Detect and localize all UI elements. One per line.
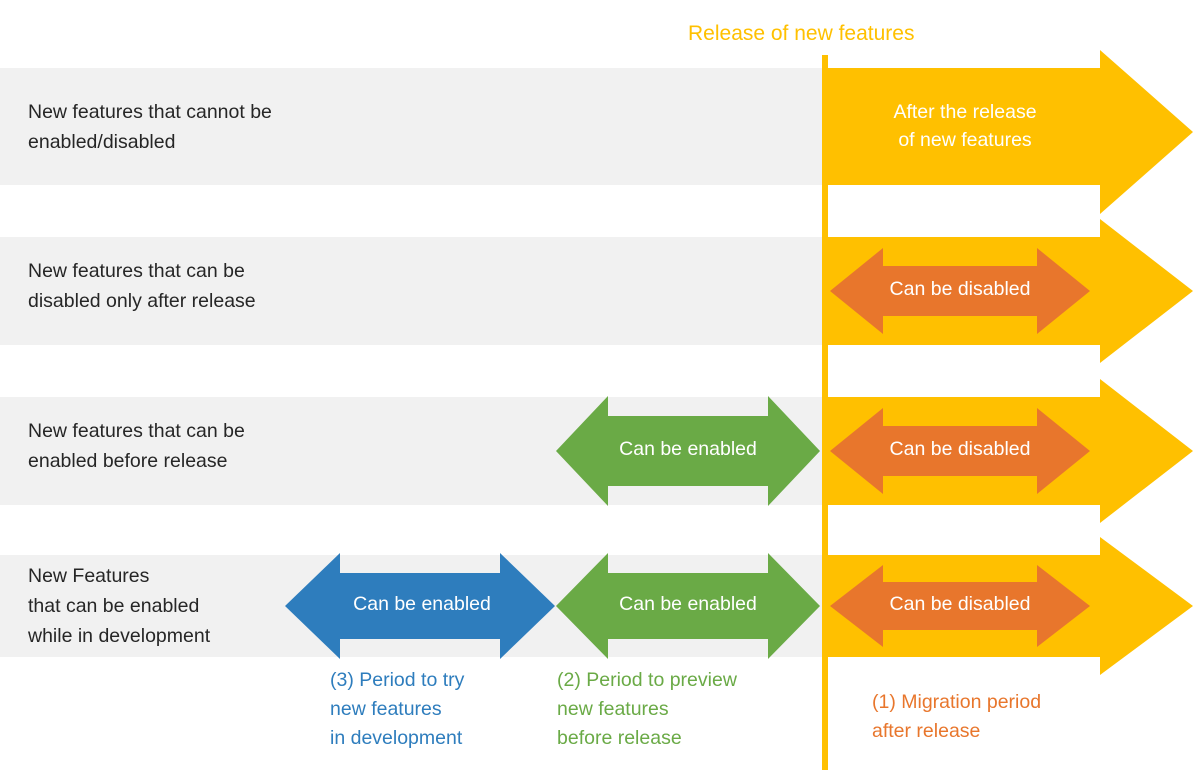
green-double-arrow-row-3: [556, 396, 820, 506]
blue-double-arrow-row-4: [285, 553, 555, 659]
page-title: Release of new features: [688, 22, 915, 45]
yellow-arrow-row-1: [822, 50, 1193, 214]
legend-period-preview-before-release: (2) Period to preview new features befor…: [557, 669, 737, 749]
row-label-4: New Features that can be enabled while i…: [28, 565, 211, 647]
row-label-1: New features that cannot be enabled/disa…: [28, 101, 272, 153]
release-timeline-axis: [822, 55, 828, 770]
green-double-arrow-row-4: [556, 553, 820, 659]
row-label-2: New features that can be disabled only a…: [28, 260, 256, 312]
row-label-3: New features that can be enabled before …: [28, 420, 245, 472]
legend-period-try-in-development: (3) Period to try new features in develo…: [330, 669, 465, 749]
diagram-canvas: Release of new features New features tha…: [0, 0, 1200, 770]
legend-migration-period-after-release: (1) Migration period after release: [872, 691, 1042, 742]
